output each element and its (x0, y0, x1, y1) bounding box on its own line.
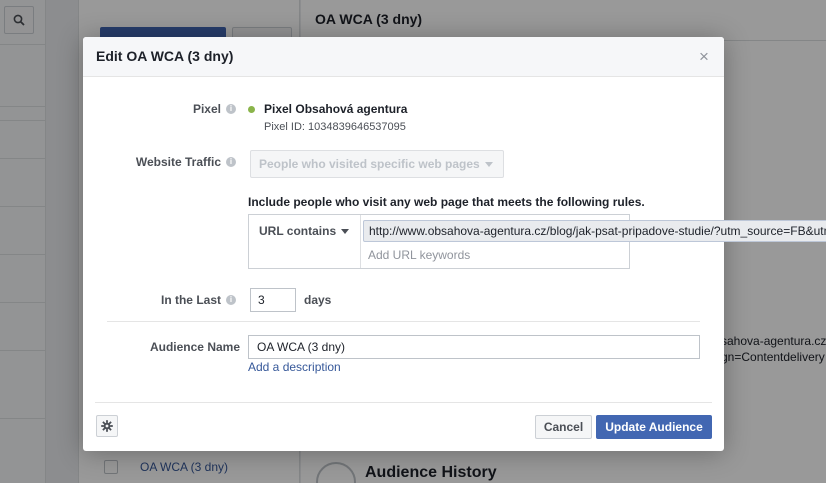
dialog-title: Edit OA WCA (3 dny) (96, 48, 234, 64)
update-audience-button[interactable]: Update Audience (596, 415, 712, 439)
divider (107, 321, 700, 322)
info-icon[interactable]: i (226, 157, 236, 167)
pixel-id: Pixel ID: 1034839646537095 (264, 121, 406, 133)
audience-name-label: Audience Name (149, 340, 240, 354)
dialog-header: Edit OA WCA (3 dny) × (83, 37, 724, 77)
close-icon[interactable]: × (694, 47, 714, 67)
rule-type-dropdown[interactable]: URL contains (249, 215, 361, 268)
gear-icon[interactable] (96, 415, 118, 437)
in-the-last-label: In the Last i (96, 292, 236, 308)
edit-audience-dialog: Edit OA WCA (3 dny) × Pixel i Pixel Obsah… (83, 37, 826, 451)
url-token[interactable]: http://www.obsahova-agentura.cz/blog/jak… (363, 220, 826, 242)
chevron-down-icon (341, 229, 350, 234)
audience-name-input[interactable]: OA WCA (3 dny) (248, 335, 700, 359)
info-icon[interactable]: i (226, 104, 236, 114)
rules-description: Include people who visit any web page th… (248, 195, 645, 209)
url-keywords-input[interactable]: Add URL keywords (368, 248, 470, 262)
days-input[interactable]: 3 (250, 288, 296, 312)
divider (95, 402, 712, 403)
days-unit: days (304, 293, 332, 307)
pixel-name: Pixel Obsahová agentura (264, 102, 408, 116)
cancel-button[interactable]: Cancel (535, 415, 592, 439)
info-icon[interactable]: i (226, 295, 236, 305)
chevron-down-icon (484, 161, 493, 167)
pixel-label: Pixel i (96, 101, 236, 117)
website-traffic-select[interactable]: People who visited specific web pages (250, 150, 504, 178)
website-traffic-label: Website Traffic i (96, 154, 236, 170)
add-description-link[interactable]: Add a description (248, 360, 341, 374)
pixel-status-dot (248, 106, 255, 113)
